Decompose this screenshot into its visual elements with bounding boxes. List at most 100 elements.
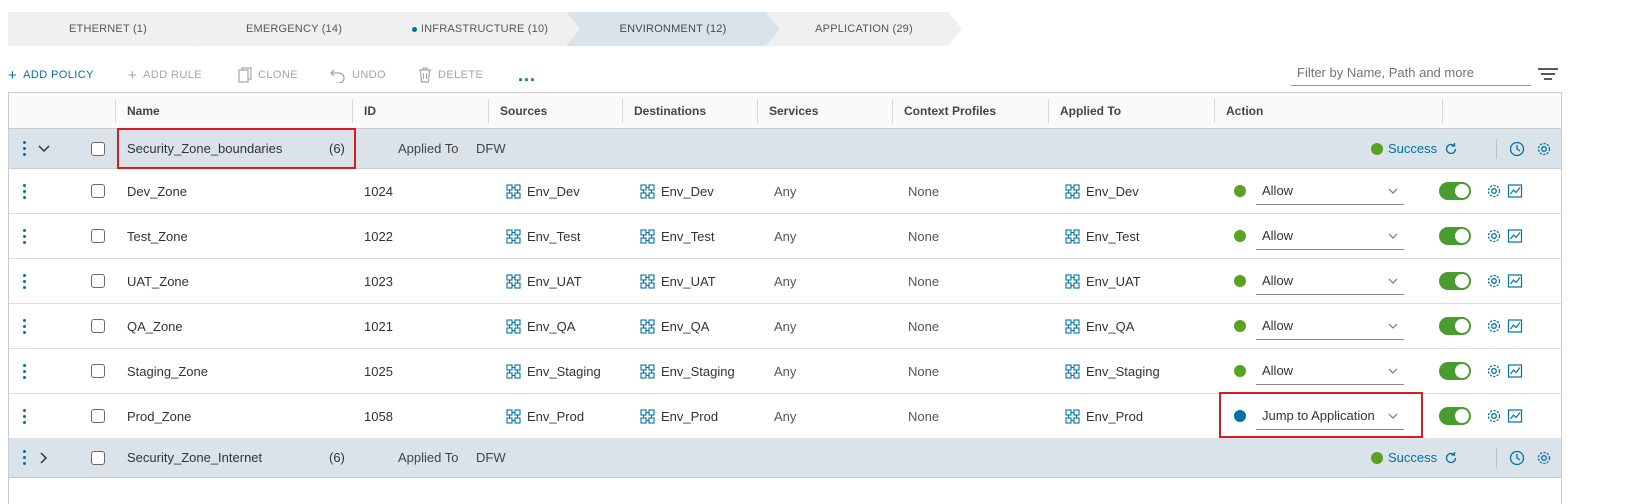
- rule-row[interactable]: UAT_Zone 1023 Env_UAT Env_UAT Any None Env_UAT…: [9, 259, 1561, 304]
- tab-application[interactable]: APPLICATION (29): [766, 12, 962, 46]
- rule-services[interactable]: Any: [774, 259, 796, 303]
- rule-enabled-toggle[interactable]: [1439, 227, 1471, 245]
- policy-row[interactable]: Security_Zone_Internet (6) Applied To DF…: [9, 438, 1561, 478]
- rule-applied-to[interactable]: Env_Prod: [1065, 394, 1143, 438]
- kebab-menu-icon[interactable]: [19, 169, 29, 213]
- col-destinations[interactable]: Destinations: [622, 93, 706, 128]
- rule-source[interactable]: Env_QA: [506, 304, 575, 348]
- chevron-right-icon[interactable]: [37, 438, 51, 477]
- tab-ethernet[interactable]: ETHERNET (1): [8, 12, 208, 46]
- rule-services[interactable]: Any: [774, 349, 796, 393]
- add-policy-button[interactable]: + ADD POLICY: [8, 64, 94, 86]
- row-checkbox[interactable]: [91, 450, 105, 465]
- rule-destination[interactable]: Env_Prod: [640, 394, 718, 438]
- gear-icon[interactable]: [1486, 408, 1502, 424]
- row-checkbox[interactable]: [91, 319, 105, 333]
- col-services[interactable]: Services: [757, 93, 818, 128]
- rule-applied-to[interactable]: Env_QA: [1065, 304, 1134, 348]
- policy-row[interactable]: Security_Zone_boundaries (6) Applied To …: [9, 128, 1561, 169]
- stats-chart-icon[interactable]: [1507, 318, 1523, 334]
- kebab-menu-icon[interactable]: [19, 259, 29, 303]
- more-actions-button[interactable]: ...: [518, 64, 536, 86]
- rule-context-profiles[interactable]: None: [908, 304, 939, 348]
- row-checkbox[interactable]: [91, 229, 105, 243]
- col-context-profiles[interactable]: Context Profiles: [892, 93, 996, 128]
- stats-chart-icon[interactable]: [1507, 273, 1523, 289]
- rule-enabled-toggle[interactable]: [1439, 182, 1471, 200]
- stats-chart-icon[interactable]: [1507, 183, 1523, 199]
- rule-name[interactable]: Dev_Zone: [127, 169, 187, 213]
- history-icon[interactable]: [1509, 450, 1525, 466]
- rule-context-profiles[interactable]: None: [908, 349, 939, 393]
- rule-source[interactable]: Env_Prod: [506, 394, 584, 438]
- kebab-menu-icon[interactable]: [19, 129, 29, 168]
- action-dropdown[interactable]: Allow: [1256, 357, 1404, 385]
- stats-chart-icon[interactable]: [1507, 228, 1523, 244]
- rule-applied-to[interactable]: Env_Test: [1065, 214, 1139, 258]
- rule-destination[interactable]: Env_Staging: [640, 349, 735, 393]
- kebab-menu-icon[interactable]: [19, 349, 29, 393]
- rule-enabled-toggle[interactable]: [1439, 362, 1471, 380]
- rule-row[interactable]: QA_Zone 1021 Env_QA Env_QA Any None Env_QA Allo…: [9, 304, 1561, 349]
- rule-name[interactable]: Test_Zone: [127, 214, 188, 258]
- undo-button[interactable]: UNDO: [330, 64, 386, 86]
- rule-destination[interactable]: Env_UAT: [640, 259, 716, 303]
- gear-icon[interactable]: [1536, 450, 1552, 466]
- rule-source[interactable]: Env_Test: [506, 214, 580, 258]
- rule-services[interactable]: Any: [774, 394, 796, 438]
- gear-icon[interactable]: [1486, 363, 1502, 379]
- gear-icon[interactable]: [1486, 228, 1502, 244]
- rule-context-profiles[interactable]: None: [908, 394, 939, 438]
- kebab-menu-icon[interactable]: [19, 438, 29, 477]
- row-checkbox[interactable]: [91, 409, 105, 423]
- rule-enabled-toggle[interactable]: [1439, 317, 1471, 335]
- col-name[interactable]: Name: [115, 93, 160, 128]
- rule-name[interactable]: UAT_Zone: [127, 259, 189, 303]
- rule-enabled-toggle[interactable]: [1439, 407, 1471, 425]
- clone-button[interactable]: CLONE: [238, 64, 298, 86]
- stats-chart-icon[interactable]: [1507, 408, 1523, 424]
- rule-applied-to[interactable]: Env_UAT: [1065, 259, 1141, 303]
- rule-services[interactable]: Any: [774, 169, 796, 213]
- rule-context-profiles[interactable]: None: [908, 214, 939, 258]
- rule-destination[interactable]: Env_QA: [640, 304, 709, 348]
- gear-icon[interactable]: [1536, 141, 1552, 157]
- gear-icon[interactable]: [1486, 183, 1502, 199]
- history-icon[interactable]: [1509, 141, 1525, 157]
- rule-context-profiles[interactable]: None: [908, 259, 939, 303]
- action-dropdown[interactable]: Allow: [1256, 312, 1404, 340]
- rule-context-profiles[interactable]: None: [908, 169, 939, 213]
- kebab-menu-icon[interactable]: [19, 304, 29, 348]
- tab-emergency[interactable]: EMERGENCY (14): [194, 12, 394, 46]
- kebab-menu-icon[interactable]: [19, 394, 29, 438]
- action-dropdown[interactable]: Allow: [1256, 267, 1404, 295]
- col-id[interactable]: ID: [352, 93, 376, 128]
- refresh-icon[interactable]: [1444, 451, 1458, 465]
- tab-environment[interactable]: ENVIRONMENT (12): [566, 12, 780, 46]
- rule-name[interactable]: QA_Zone: [127, 304, 183, 348]
- rule-destination[interactable]: Env_Dev: [640, 169, 714, 213]
- col-applied-to[interactable]: Applied To: [1048, 93, 1121, 128]
- gear-icon[interactable]: [1486, 318, 1502, 334]
- gear-icon[interactable]: [1486, 273, 1502, 289]
- row-checkbox[interactable]: [91, 184, 105, 198]
- rule-source[interactable]: Env_Staging: [506, 349, 601, 393]
- rule-applied-to[interactable]: Env_Staging: [1065, 349, 1160, 393]
- rule-row[interactable]: Test_Zone 1022 Env_Test Env_Test Any None Env_…: [9, 214, 1561, 259]
- stats-chart-icon[interactable]: [1507, 363, 1523, 379]
- delete-button[interactable]: DELETE: [418, 64, 483, 86]
- rule-row[interactable]: Dev_Zone 1024 Env_Dev Env_Dev Any None Env_Dev…: [9, 169, 1561, 214]
- chevron-down-icon[interactable]: [37, 129, 51, 168]
- rule-source[interactable]: Env_Dev: [506, 169, 580, 213]
- tab-infrastructure[interactable]: INFRASTRUCTURE (10): [380, 12, 580, 46]
- rule-row[interactable]: Staging_Zone 1025 Env_Staging Env_Staging An…: [9, 349, 1561, 394]
- col-sources[interactable]: Sources: [488, 93, 547, 128]
- col-action[interactable]: Action: [1214, 93, 1263, 128]
- rule-enabled-toggle[interactable]: [1439, 272, 1471, 290]
- kebab-menu-icon[interactable]: [19, 214, 29, 258]
- rule-destination[interactable]: Env_Test: [640, 214, 714, 258]
- rule-name[interactable]: Prod_Zone: [127, 394, 191, 438]
- row-checkbox[interactable]: [91, 364, 105, 378]
- add-rule-button[interactable]: + ADD RULE: [128, 64, 202, 86]
- rule-services[interactable]: Any: [774, 304, 796, 348]
